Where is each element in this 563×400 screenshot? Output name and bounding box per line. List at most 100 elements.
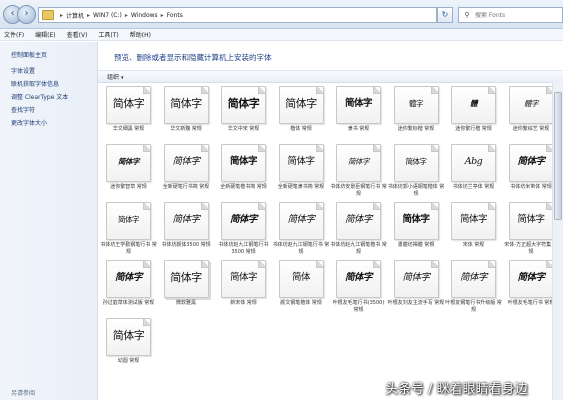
font-name-label: 书体坊安景臣钢笔行书 常规	[330, 184, 387, 197]
font-preview: 简体字	[517, 156, 545, 167]
font-name-label: 华文新魏 常规	[170, 126, 202, 132]
watermark-text: 头条号 / 眯着眼睛看身边	[385, 382, 528, 397]
font-file-icon: 简体字	[278, 202, 324, 240]
font-item[interactable]: 體字 迷你繁标楷 常规	[388, 86, 445, 142]
font-preview: 體	[470, 99, 478, 108]
organize-button[interactable]: 组织 ▾	[107, 72, 124, 81]
vertical-scrollbar[interactable]	[552, 82, 563, 400]
font-item[interactable]: 简体字 全新硬笔楷书简 常规	[215, 144, 272, 200]
menu-tools[interactable]: 工具(T)	[98, 30, 118, 39]
font-item[interactable]: 简体字 新宋体 常规	[215, 260, 272, 316]
chevron-right-icon[interactable]: ▸	[161, 12, 164, 19]
font-item[interactable]: 简体字 书体坊赵九江钢笔行书 常规	[273, 202, 330, 258]
font-name-label: 楷体 常规	[290, 126, 312, 132]
font-preview: 简体字	[229, 214, 258, 225]
font-item[interactable]: 简体字 全新硬笔隶书简 常规	[273, 144, 330, 200]
breadcrumb-windows[interactable]: Windows	[131, 12, 158, 19]
font-item[interactable]: 简体字 隶书 常规	[330, 86, 387, 142]
chevron-right-icon[interactable]: ▸	[87, 12, 90, 19]
font-file-icon: Abg	[451, 144, 496, 182]
font-item[interactable]: 简体字 华文中宋 常规	[215, 86, 272, 142]
search-input[interactable]	[472, 11, 559, 19]
font-item[interactable]: 體迷你繁行楷 常规	[445, 86, 502, 142]
font-item[interactable]: 简体字 书体坊赵九江钢笔行书3500 常规	[215, 202, 272, 258]
font-item[interactable]: 简体字 叶根友毛笔行书(3500) 常规	[330, 260, 387, 316]
address-bar: ‹ › ▸ 计算机 ▸ WIN7 (C:) ▸ Windows ▸ Fonts …	[0, 0, 563, 29]
refresh-button[interactable]: ↻	[437, 7, 453, 23]
font-name-label: 迷你繁行楷 常规	[455, 126, 492, 132]
sidebar-item-cleartype[interactable]: 调整 ClearType 文本	[11, 92, 68, 101]
font-name-label: 书体坊赵九江钢笔楷书 常规	[330, 242, 387, 255]
font-preview: 简体字	[459, 214, 488, 225]
font-name-label: 全新硬笔行书简 常规	[162, 184, 210, 190]
font-item[interactable]: 简体字 楷体 常规	[273, 86, 330, 142]
font-item[interactable]: 简体字叶根友钢笔行书升级版 常规	[445, 260, 502, 316]
sidebar-item-find-character[interactable]: 查找字符	[11, 105, 35, 114]
sidebar-item-online-font-info[interactable]: 联机获取字体信息	[11, 79, 59, 88]
font-item[interactable]: Abg 书体坊兰亭体 常规	[445, 144, 502, 200]
font-file-icon: 简体字	[221, 202, 266, 240]
sidebar-item-control-panel-home[interactable]: 控制面板主页	[11, 50, 47, 59]
font-item[interactable]: 體字迷你繁综艺 常规	[503, 86, 560, 142]
font-file-icon: 简体字	[508, 202, 554, 240]
font-name-label: 迷你繁综艺 常规	[512, 126, 550, 132]
font-file-icon: 简体字	[451, 260, 496, 298]
search-box[interactable]: ⚲	[458, 7, 563, 23]
font-item[interactable]: 简体字 孙过庭草体测试版 常规	[100, 260, 157, 316]
chevron-right-icon[interactable]: ▸	[125, 12, 128, 19]
font-file-icon: 简体字	[163, 86, 209, 124]
font-name-label: 华文中宋 常规	[227, 126, 260, 132]
font-item[interactable]: 简体字 书体坊郭小语钢笔楷体 常规	[388, 144, 445, 200]
font-item[interactable]: 简体字 书体坊米芾体 常规	[503, 144, 560, 200]
menu-view[interactable]: 查看(V)	[67, 30, 88, 39]
font-item[interactable]: 简体字 华文细黑 常规	[100, 86, 157, 142]
command-bar: 组织 ▾	[98, 70, 563, 83]
sidebar-item-change-font-size[interactable]: 更改字体大小	[11, 118, 47, 127]
font-item[interactable]: 简体字 迷你繁智草 常规	[100, 144, 157, 200]
font-preview: 简体字	[170, 97, 202, 110]
font-item[interactable]: 简体字 微软雅黑	[158, 260, 215, 316]
font-item[interactable]: 简体字叶根友毛笔行书 常规	[503, 260, 560, 316]
breadcrumb[interactable]: ▸ 计算机 ▸ WIN7 (C:) ▸ Windows ▸ Fonts	[38, 7, 437, 23]
font-preview: 简体字	[118, 215, 140, 224]
font-item[interactable]: 简体字全新硬笔行书简 常规	[158, 144, 215, 200]
search-icon: ⚲	[464, 11, 470, 19]
font-file-icon: 简体字	[336, 144, 381, 182]
font-item[interactable]: 简体字 书体坊王学勤钢笔行书 常规	[100, 202, 157, 258]
font-file-icon: 简体字	[163, 260, 209, 298]
font-file-icon: 简体字	[508, 260, 554, 298]
font-file-icon: 简体字	[106, 86, 151, 124]
menu-file[interactable]: 文件(F)	[4, 30, 24, 39]
font-item[interactable]: 简体字 宋体-方正超大字符集 常规	[503, 202, 560, 258]
scrollbar-thumb[interactable]	[554, 92, 562, 220]
font-item[interactable]: 简体字 宋体 常规	[445, 202, 502, 258]
font-file-icon: 简体字	[508, 144, 554, 182]
font-preview: 简体字	[517, 214, 545, 225]
breadcrumb-computer[interactable]: 计算机	[66, 11, 84, 20]
font-name-label: 叶根友钢笔行书升级版 常规	[445, 300, 502, 313]
font-file-icon: 简体字	[336, 202, 381, 240]
breadcrumb-drive[interactable]: WIN7 (C:)	[93, 12, 122, 19]
font-item[interactable]: 简体字 书体坊颜体3500 常规	[158, 202, 215, 258]
font-item[interactable]: 简体字 幼圆 常规	[100, 318, 157, 374]
font-preview: 简体字	[172, 156, 200, 167]
font-item[interactable]: 简体字 書體坊禪體 常規	[388, 202, 445, 258]
page-title: 预览、删除或者显示和隐藏计算机上安装的字体	[114, 53, 272, 62]
font-item[interactable]: 简体字 叶根友刘友主流手写 常规	[388, 260, 445, 316]
menu-help[interactable]: 帮助(H)	[130, 30, 151, 39]
font-item[interactable]: 简体字华文新魏 常规	[158, 86, 215, 142]
font-name-label: 新宋体 常规	[230, 300, 257, 306]
font-item[interactable]: 简体字书体坊安景臣钢笔行书 常规	[330, 144, 387, 200]
sidebar-item-font-settings[interactable]: 字体设置	[11, 66, 35, 75]
forward-button[interactable]: ›	[17, 5, 36, 24]
font-item[interactable]: 简体 颜文钢笔楷体 常规	[273, 260, 330, 316]
font-preview: 简体字	[114, 272, 143, 283]
breadcrumb-fonts[interactable]: Fonts	[167, 12, 183, 19]
font-name-label: 叶根友毛笔行书 常规	[507, 300, 555, 306]
menu-edit[interactable]: 编辑(E)	[35, 30, 55, 39]
font-item[interactable]: 简体字书体坊赵九江钢笔楷书 常规	[330, 202, 387, 258]
font-preview: 简体字	[517, 272, 545, 283]
font-preview: 體字	[524, 99, 539, 108]
font-preview: 體字	[409, 99, 424, 108]
font-file-icon: 简体字	[336, 86, 381, 124]
